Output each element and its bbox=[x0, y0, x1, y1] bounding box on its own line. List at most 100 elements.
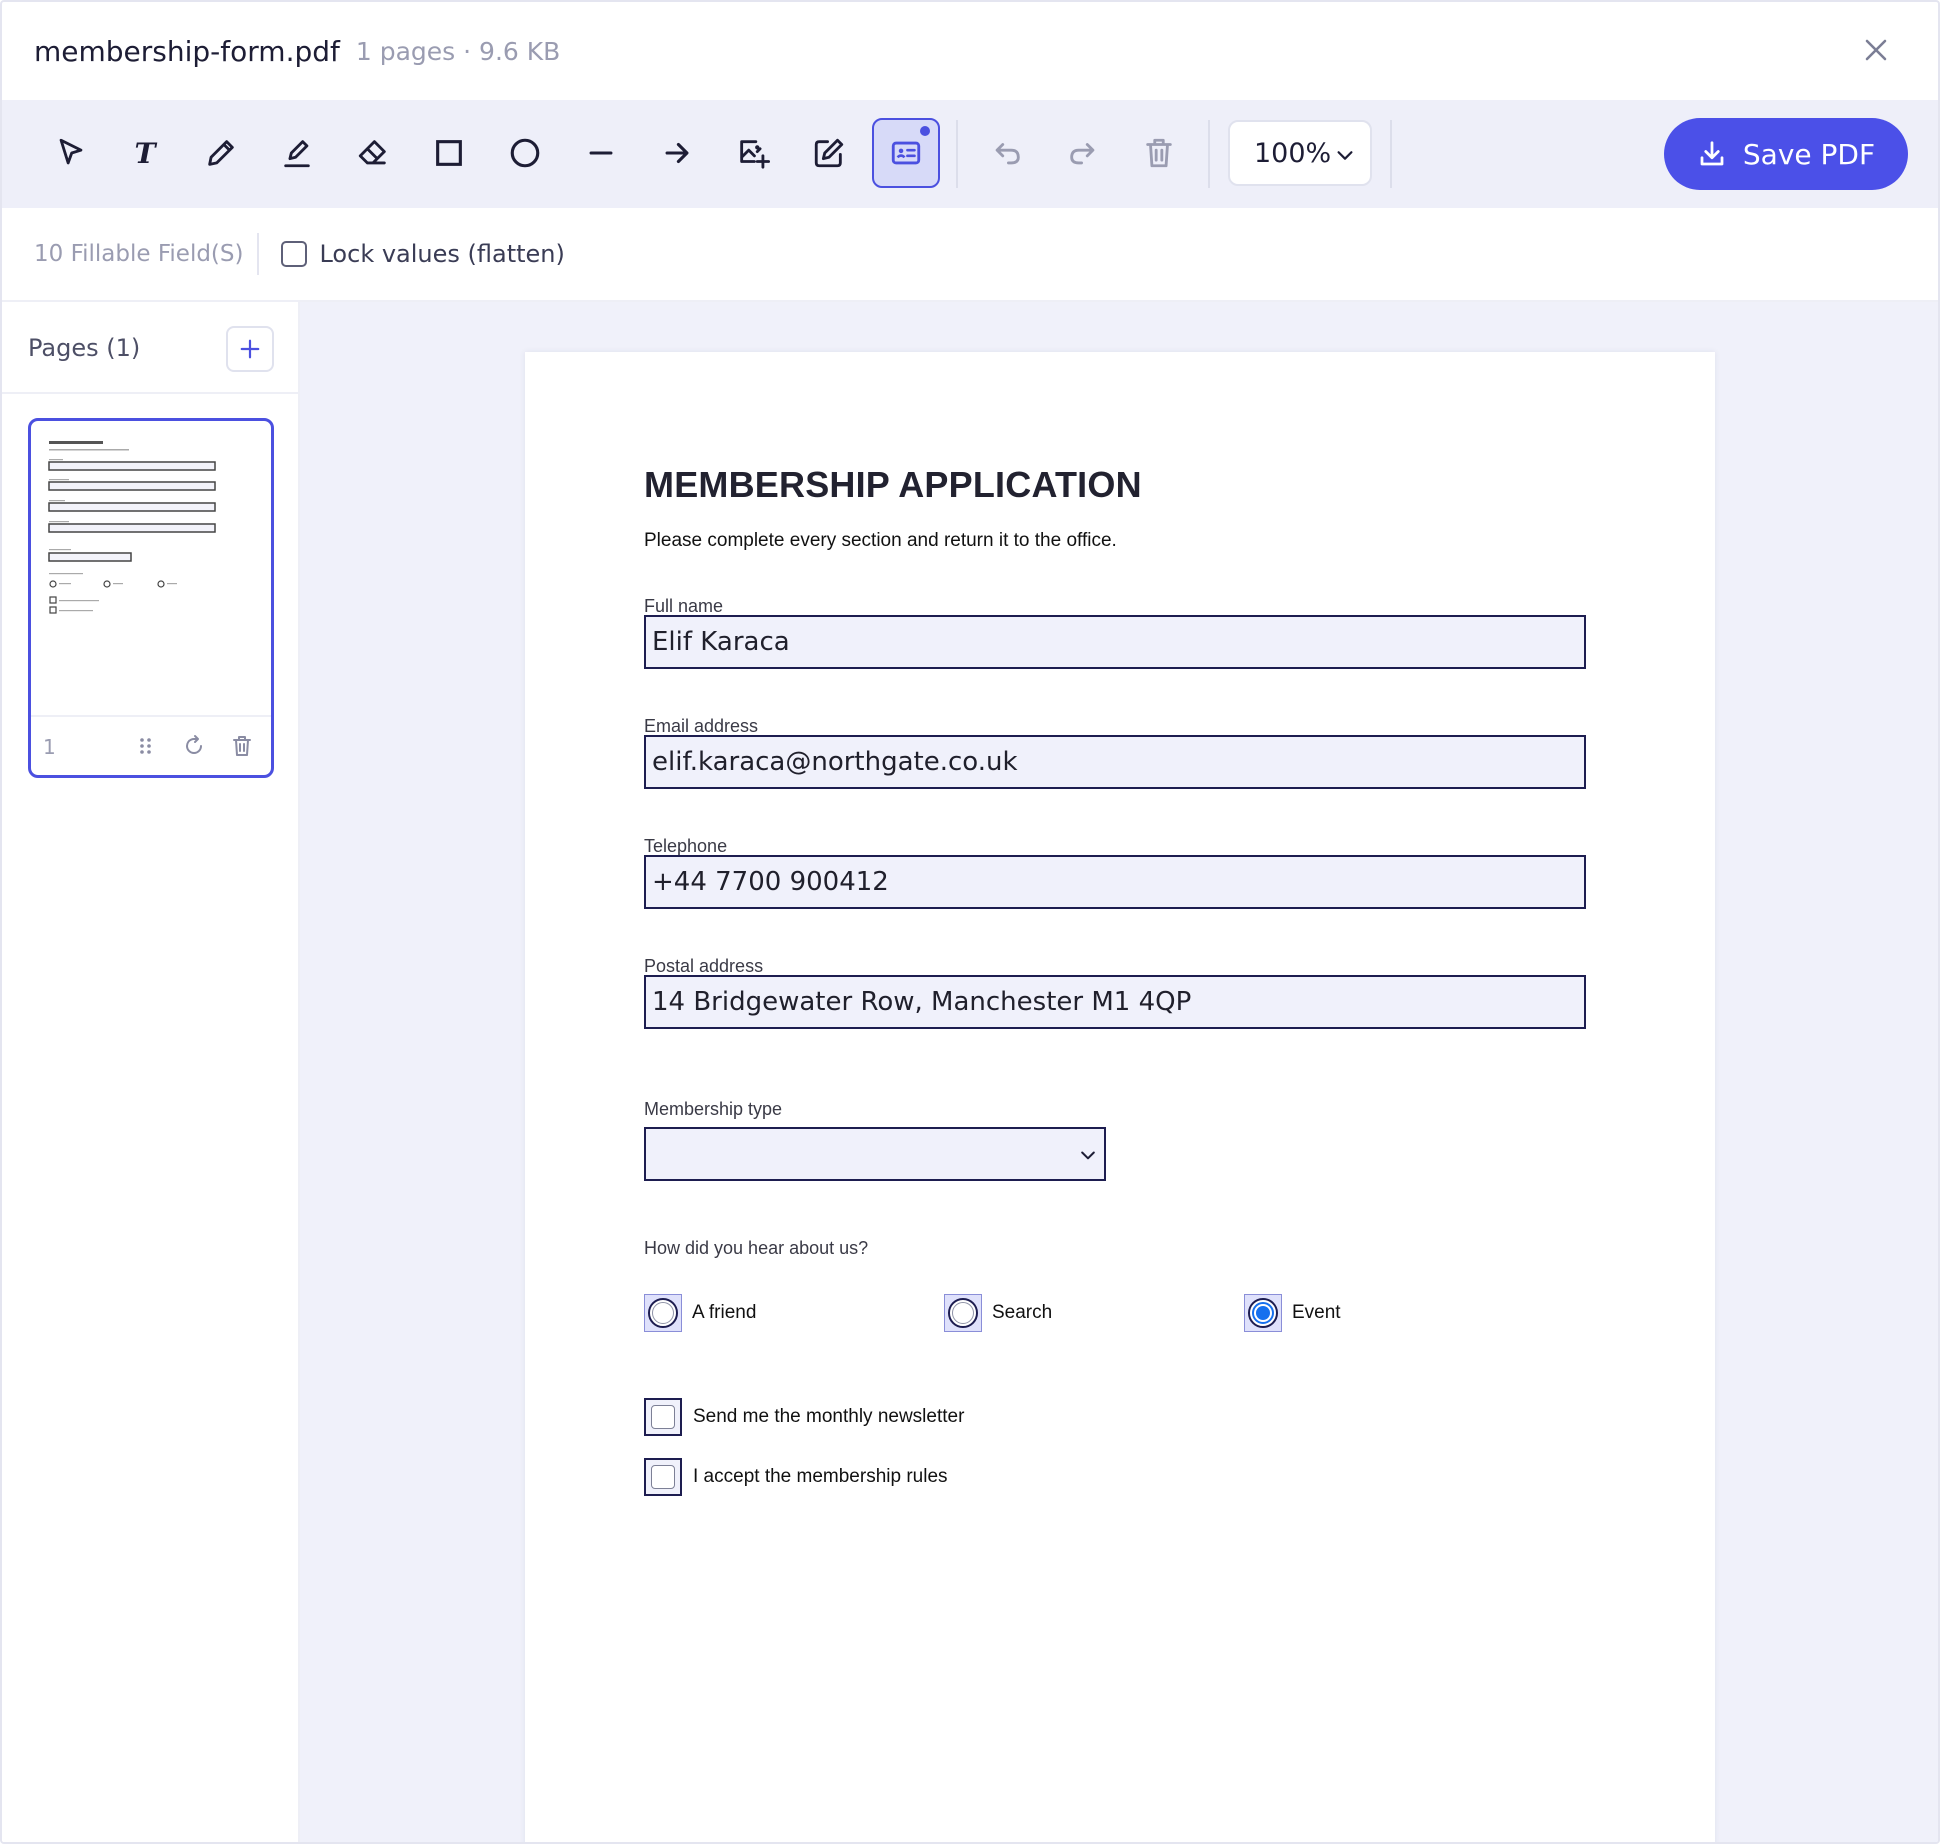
radio-label: A friend bbox=[692, 1302, 757, 1323]
pages-sidebar: Pages (1) 1 bbox=[2, 302, 300, 1842]
chevron-down-icon bbox=[1337, 151, 1353, 160]
pages-header: Pages (1) bbox=[2, 302, 298, 394]
rules-option[interactable]: I accept the membership rules bbox=[644, 1458, 948, 1496]
pencil-icon bbox=[208, 140, 234, 166]
newsletter-label: Send me the monthly newsletter bbox=[693, 1406, 965, 1427]
postal-address-field[interactable]: 14 Bridgewater Row, Manchester M1 4QP bbox=[644, 975, 1586, 1029]
rules-checkbox[interactable] bbox=[644, 1458, 682, 1496]
delete-button[interactable] bbox=[1126, 120, 1192, 186]
text-icon: T bbox=[134, 136, 157, 170]
postal-address-label: Postal address bbox=[644, 956, 764, 976]
document-canvas: MEMBERSHIP APPLICATION Please complete e… bbox=[300, 302, 1938, 1842]
rectangle-tool-button[interactable] bbox=[416, 120, 482, 186]
form-fields-icon bbox=[891, 141, 921, 165]
radio-button[interactable] bbox=[948, 1298, 978, 1328]
edit-icon bbox=[814, 138, 844, 168]
line-tool-button[interactable] bbox=[568, 120, 634, 186]
pdf-page: MEMBERSHIP APPLICATION Please complete e… bbox=[525, 352, 1715, 1842]
newsletter-option[interactable]: Send me the monthly newsletter bbox=[644, 1398, 964, 1436]
rotate-page-button[interactable] bbox=[179, 731, 209, 761]
membership-type-select[interactable] bbox=[644, 1127, 1106, 1181]
circle-icon bbox=[510, 138, 540, 168]
radio-option-friend[interactable]: A friend bbox=[644, 1294, 756, 1332]
pen-tool-button[interactable] bbox=[188, 120, 254, 186]
line-icon bbox=[589, 151, 613, 155]
add-page-button[interactable] bbox=[226, 326, 274, 372]
drag-handle-icon bbox=[140, 738, 151, 754]
newsletter-checkbox[interactable] bbox=[644, 1398, 682, 1436]
undo-button[interactable] bbox=[974, 120, 1040, 186]
zoom-value: 100% bbox=[1254, 137, 1332, 169]
radio-label: Search bbox=[992, 1302, 1053, 1323]
fields-bar-divider bbox=[257, 233, 260, 275]
rules-label: I accept the membership rules bbox=[693, 1466, 948, 1487]
email-field[interactable]: elif.karaca@northgate.co.uk bbox=[644, 735, 1586, 789]
svg-text:T: T bbox=[134, 136, 157, 170]
rotate-icon bbox=[186, 735, 202, 754]
pages-title: Pages (1) bbox=[28, 334, 141, 362]
eraser-icon bbox=[358, 140, 386, 165]
download-icon bbox=[1700, 141, 1724, 166]
radio-frame bbox=[1244, 1294, 1282, 1332]
arrow-right-icon bbox=[665, 142, 689, 164]
page-preview-image bbox=[48, 441, 216, 614]
select-tool-button[interactable] bbox=[38, 120, 104, 186]
delete-page-button[interactable] bbox=[227, 731, 257, 761]
trash-icon bbox=[233, 736, 251, 756]
ellipse-tool-button[interactable] bbox=[492, 120, 558, 186]
text-tool-button[interactable]: T bbox=[112, 120, 178, 186]
trash-icon bbox=[1146, 138, 1172, 168]
email-label: Email address bbox=[644, 716, 759, 736]
insert-image-tool-button[interactable] bbox=[720, 120, 786, 186]
page-thumbnail-footer: 1 bbox=[31, 717, 271, 775]
file-name: membership-form.pdf bbox=[34, 34, 340, 68]
save-pdf-button[interactable]: Save PDF bbox=[1664, 118, 1908, 190]
cursor-icon bbox=[59, 138, 83, 165]
lock-values-checkbox[interactable] bbox=[281, 241, 308, 267]
chevron-down-icon bbox=[1081, 1151, 1095, 1160]
radio-option-event[interactable]: Event bbox=[1244, 1294, 1341, 1332]
radio-frame bbox=[644, 1294, 682, 1332]
full-name-label: Full name bbox=[644, 596, 724, 616]
full-name-field[interactable]: Elif Karaca bbox=[644, 615, 1586, 669]
form-fields-tool-button[interactable] bbox=[872, 118, 940, 188]
title-bar: membership-form.pdf 1 pages · 9.6 KB bbox=[2, 2, 1938, 100]
telephone-field[interactable]: +44 7700 900412 bbox=[644, 855, 1586, 909]
plus-icon bbox=[240, 339, 260, 359]
undo-icon bbox=[995, 143, 1020, 165]
eraser-tool-button[interactable] bbox=[340, 120, 406, 186]
highlighter-icon bbox=[284, 140, 310, 168]
document-subtitle: Please complete every section and return… bbox=[644, 530, 1117, 551]
rectangle-icon bbox=[436, 140, 462, 166]
save-pdf-label: Save PDF bbox=[1742, 137, 1876, 171]
edit-tool-button[interactable] bbox=[796, 120, 862, 186]
redo-icon bbox=[1070, 143, 1095, 165]
telephone-label: Telephone bbox=[644, 836, 728, 856]
toolbar: T 100% Save PDF bbox=[2, 100, 1938, 208]
page-number: 1 bbox=[43, 735, 56, 759]
highlighter-tool-button[interactable] bbox=[264, 120, 330, 186]
page-thumbnail-preview bbox=[31, 421, 271, 717]
zoom-select[interactable]: 100% bbox=[1228, 120, 1372, 186]
toolbar-divider bbox=[1390, 120, 1392, 188]
toolbar-divider bbox=[956, 120, 958, 188]
drag-page-handle[interactable] bbox=[131, 731, 161, 761]
close-button[interactable] bbox=[1856, 30, 1896, 70]
hear-about-question: How did you hear about us? bbox=[644, 1238, 869, 1258]
lock-values-label[interactable]: Lock values (flatten) bbox=[319, 240, 564, 268]
radio-button-selected[interactable] bbox=[1248, 1298, 1278, 1328]
image-add-icon bbox=[740, 140, 770, 169]
radio-frame bbox=[944, 1294, 982, 1332]
document-title: MEMBERSHIP APPLICATION bbox=[644, 464, 1142, 505]
membership-type-label: Membership type bbox=[644, 1099, 783, 1119]
redo-button[interactable] bbox=[1050, 120, 1116, 186]
toolbar-divider bbox=[1208, 120, 1210, 188]
arrow-tool-button[interactable] bbox=[644, 120, 710, 186]
page-thumbnail[interactable]: 1 bbox=[28, 418, 274, 778]
radio-button[interactable] bbox=[648, 1298, 678, 1328]
fillable-fields-count: 10 Fillable Field(S) bbox=[34, 241, 244, 267]
form-fields-bar: 10 Fillable Field(S) Lock values (flatte… bbox=[2, 208, 1938, 302]
radio-option-search[interactable]: Search bbox=[944, 1294, 1052, 1332]
close-icon bbox=[1865, 39, 1887, 61]
pdf-editor-window: membership-form.pdf 1 pages · 9.6 KB T 1… bbox=[0, 0, 1940, 1844]
